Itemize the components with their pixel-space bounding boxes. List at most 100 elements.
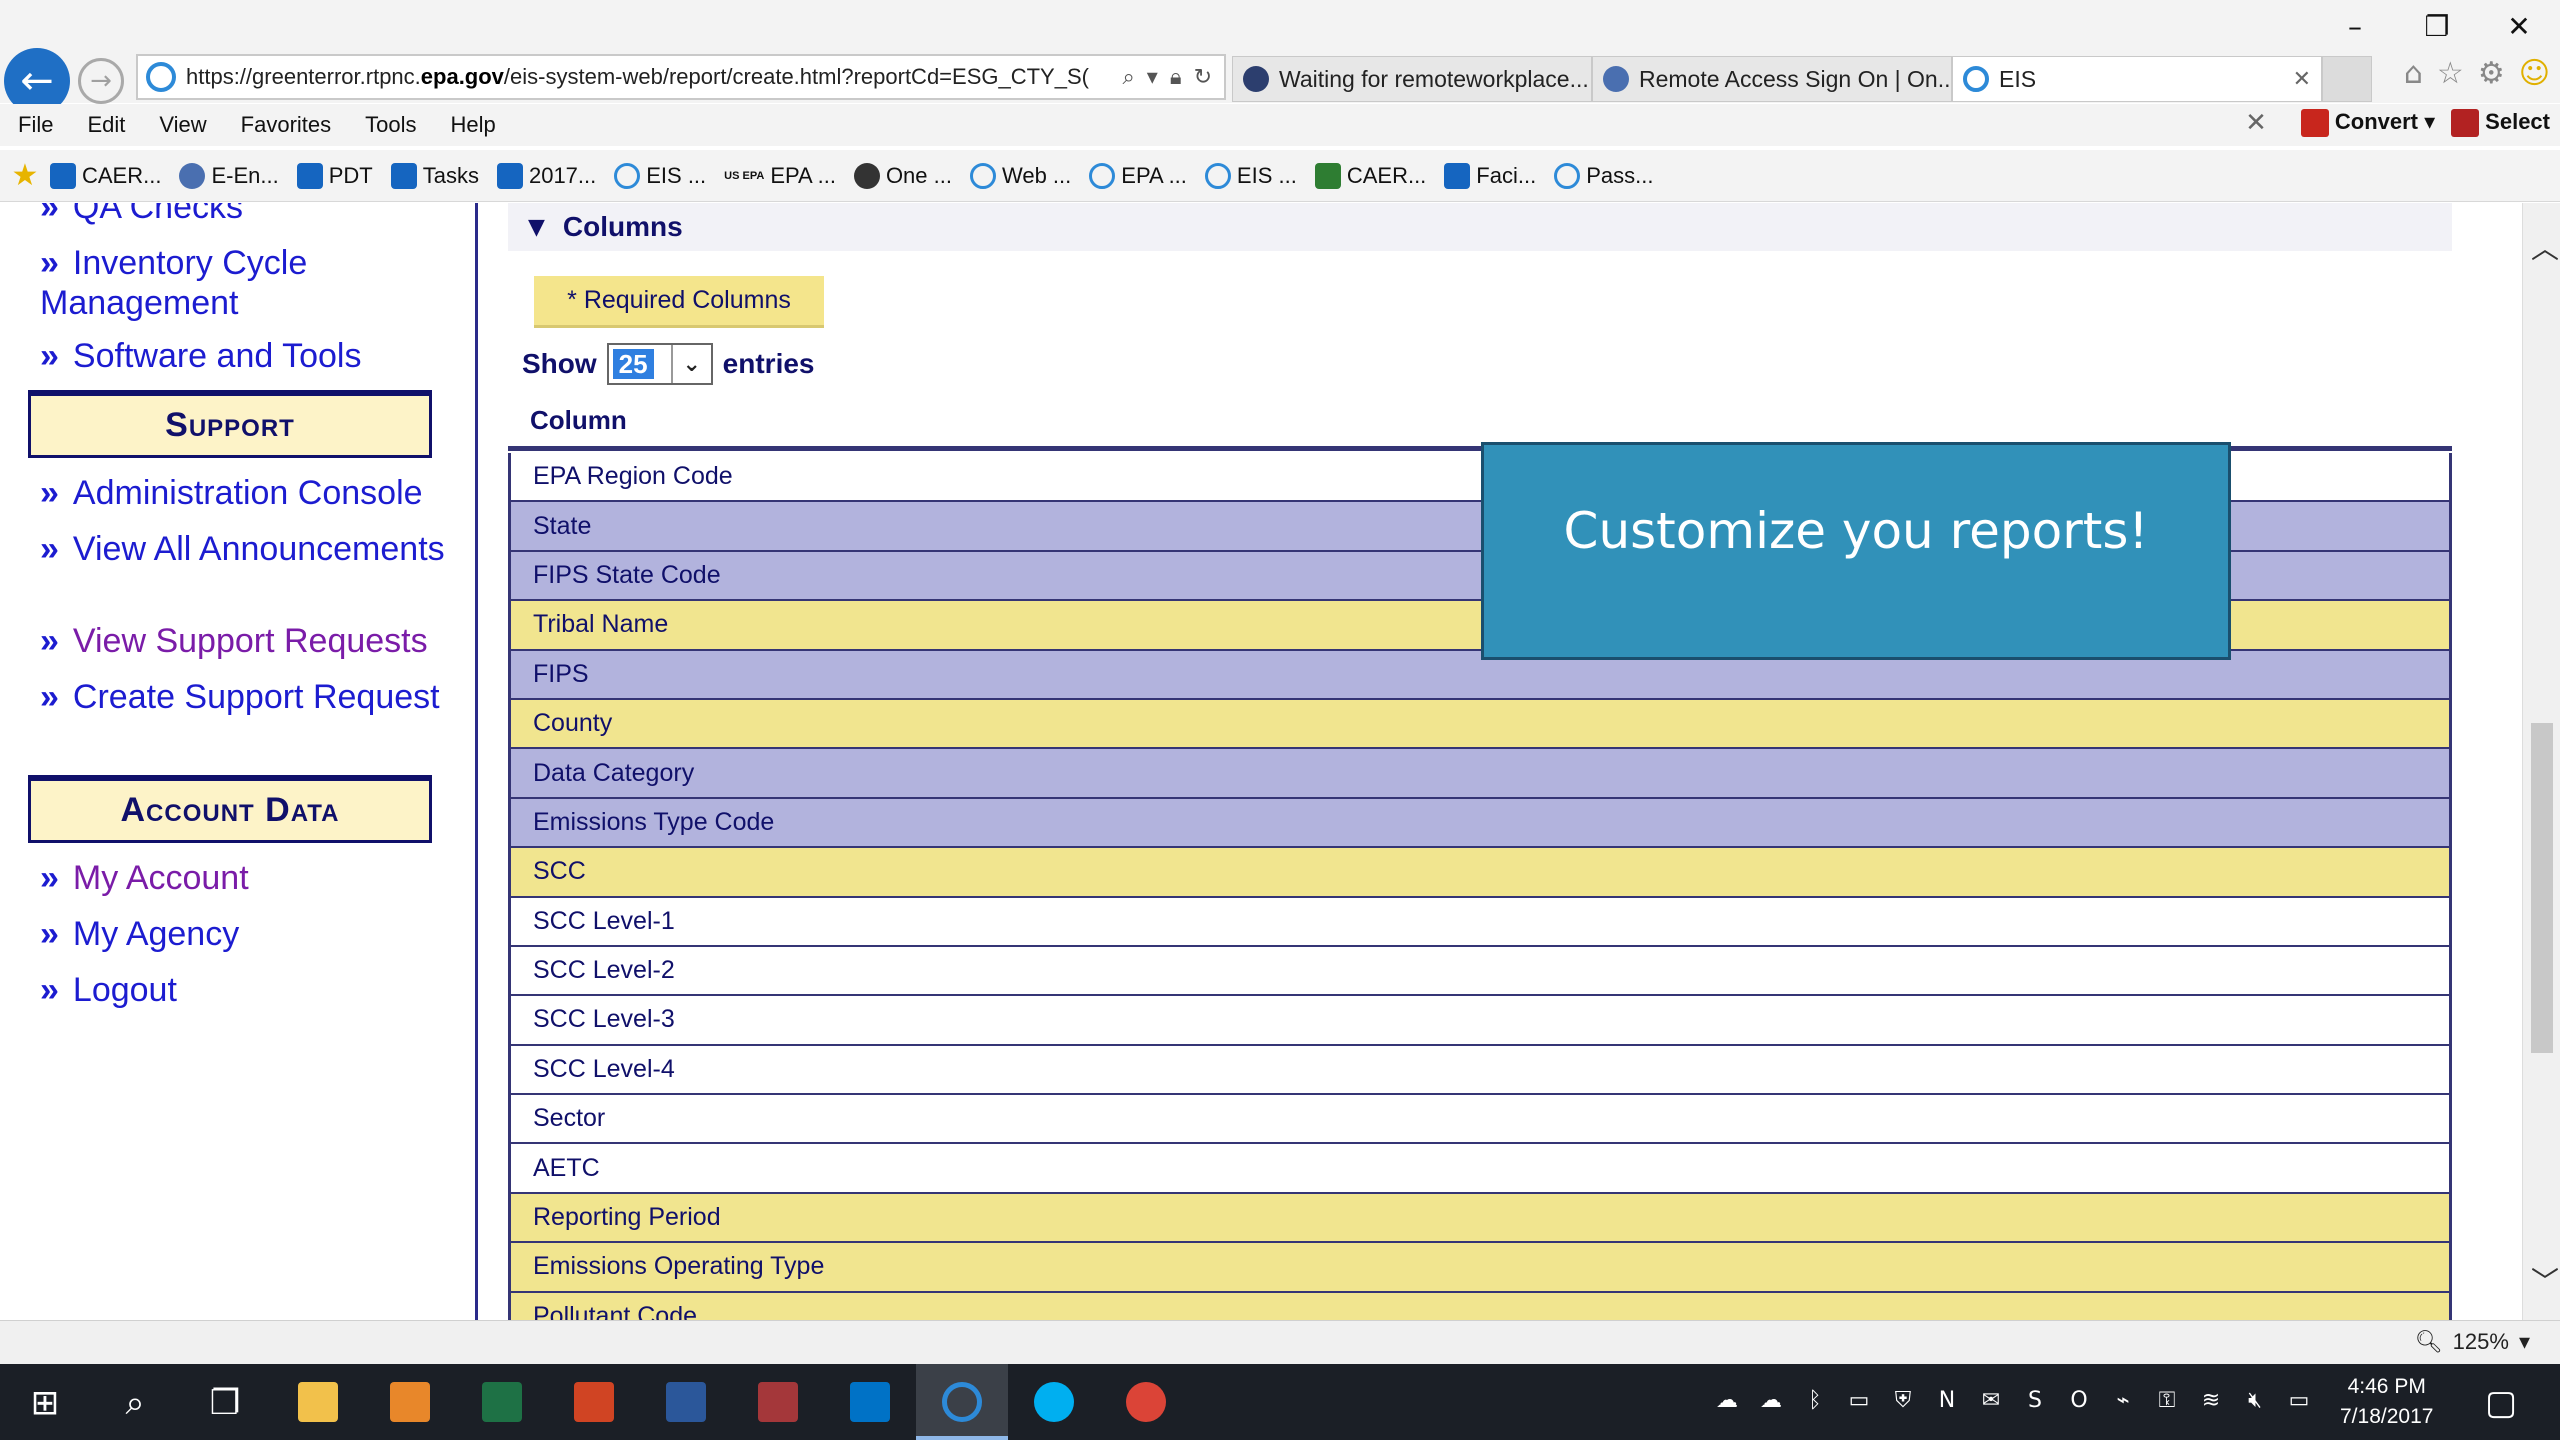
sidebar-link-my-account[interactable]: » My Account [40, 858, 460, 898]
shield-icon[interactable]: ⛨ [1888, 1386, 1918, 1416]
menu-file[interactable]: File [0, 112, 69, 138]
new-tab-button[interactable] [2322, 56, 2372, 102]
favorite-item[interactable]: Pass... [1554, 162, 1653, 189]
onedrive-icon[interactable]: ☁ [1756, 1386, 1786, 1416]
smiley-icon[interactable]: ☺ [2519, 56, 2550, 91]
menu-favorites[interactable]: Favorites [223, 112, 347, 138]
search-icon[interactable]: ⌕ [1122, 65, 1134, 90]
favorite-item[interactable]: Tasks [390, 162, 479, 189]
close-toolbar-icon[interactable]: ✕ [2245, 108, 2267, 138]
excel-icon[interactable] [482, 1382, 522, 1422]
table-row[interactable]: County [511, 699, 2449, 750]
bluetooth-icon[interactable]: ᛒ [1800, 1386, 1830, 1416]
access-icon[interactable] [758, 1382, 798, 1422]
url-text[interactable]: https://greenterror.rtpnc.epa.gov/eis-sy… [186, 64, 1110, 90]
internet-explorer-icon[interactable] [942, 1382, 982, 1422]
sidebar-link-admin-console[interactable]: » Administration Console [40, 473, 460, 513]
favorite-item[interactable]: EIS ... [614, 162, 706, 189]
action-center-icon[interactable]: ▢ [2476, 1378, 2526, 1428]
refresh-icon[interactable]: ↻ [1194, 65, 1212, 90]
satellite-icon[interactable]: ⌁ [2108, 1386, 2138, 1416]
battery-icon[interactable]: ▭ [2284, 1386, 2314, 1416]
table-row[interactable]: Reporting Period [511, 1193, 2449, 1244]
table-row[interactable]: AETC [511, 1144, 2449, 1194]
wifi-icon[interactable]: ≋ [2196, 1386, 2226, 1416]
clock[interactable]: 4:46 PM 7/18/2017 [2340, 1372, 2433, 1432]
sidebar-link-software[interactable]: » Software and Tools [40, 336, 460, 376]
table-row[interactable]: SCC [511, 848, 2449, 898]
entries-select[interactable]: 25 ⌄ [606, 343, 713, 385]
favorite-item[interactable]: 2017... [496, 162, 596, 189]
favorite-item[interactable]: CAER... [50, 162, 161, 189]
skype-icon[interactable] [1034, 1382, 1074, 1422]
skype-tray-icon[interactable]: S [2020, 1386, 2050, 1416]
address-bar[interactable]: https://greenterror.rtpnc.epa.gov/eis-sy… [136, 54, 1226, 100]
scroll-up-icon[interactable]: ︿ [2531, 227, 2559, 267]
table-row[interactable]: Emissions Operating Type [511, 1243, 2449, 1293]
mail-icon[interactable]: ✉ [1976, 1386, 2006, 1416]
star-icon[interactable]: ☆ [2437, 56, 2464, 91]
table-row[interactable]: Pollutant Code [511, 1292, 2449, 1320]
favorite-item[interactable]: EPA ... [1089, 162, 1187, 189]
lock-icon[interactable]: 🔒︎ [1170, 65, 1182, 90]
monitor-icon[interactable]: ▭ [1844, 1386, 1874, 1416]
powerpoint-icon[interactable] [574, 1382, 614, 1422]
media-player-icon[interactable] [390, 1382, 430, 1422]
favorite-item[interactable]: CAER... [1314, 162, 1426, 189]
sidebar-link-label: View All Announcements [72, 530, 445, 568]
columns-section-header[interactable]: ▼ Columns [508, 203, 2452, 251]
table-row[interactable]: Data Category [511, 749, 2449, 799]
favorite-item[interactable]: E-En... [179, 162, 279, 189]
favorite-item[interactable]: Web ... [969, 162, 1071, 189]
tab-eis[interactable]: EIS ✕ [1952, 56, 2322, 102]
menu-view[interactable]: View [141, 112, 222, 138]
sidebar-link-announcements[interactable]: » View All Announcements [40, 529, 460, 569]
convert-button[interactable]: Convert ▾ [2300, 109, 2435, 138]
menu-help[interactable]: Help [433, 112, 512, 138]
outlook-tray-icon[interactable]: O [2064, 1386, 2094, 1416]
file-explorer-icon[interactable] [298, 1382, 338, 1422]
home-icon[interactable]: ⌂ [2404, 56, 2423, 91]
sidebar-link-qa-checks[interactable]: » QA Checks [40, 203, 460, 227]
favorite-item[interactable]: US EPA EPA ... [724, 163, 836, 189]
favorites-star-icon[interactable]: ★ [0, 158, 50, 193]
favorite-item[interactable]: One ... [853, 162, 952, 189]
menu-tools[interactable]: Tools [347, 112, 432, 138]
table-row[interactable]: SCC Level-4 [511, 1045, 2449, 1096]
sidebar-link-view-support[interactable]: » View Support Requests [40, 621, 460, 661]
table-row[interactable]: SCC Level-2 [511, 946, 2449, 997]
forward-button[interactable]: → [78, 58, 124, 104]
tab-remote-access[interactable]: Remote Access Sign On | On... [1592, 56, 1952, 102]
windows-start-icon[interactable]: ⊞ [20, 1378, 70, 1428]
table-row[interactable]: Emissions Type Code [511, 798, 2449, 849]
scroll-down-icon[interactable]: ﹀ [2531, 1260, 2559, 1300]
task-view-icon[interactable]: ❐ [200, 1378, 250, 1428]
vpn-icon[interactable]: ⚿ [2152, 1386, 2182, 1416]
search-icon[interactable]: ⌕ [110, 1378, 160, 1428]
favorite-item[interactable]: EIS ... [1204, 162, 1297, 189]
dropdown-icon[interactable]: ▾ [1147, 65, 1158, 90]
mute-icon[interactable]: 🔇︎ [2240, 1386, 2270, 1416]
outlook-icon[interactable] [850, 1382, 890, 1422]
close-tab-icon[interactable]: ✕ [2283, 67, 2311, 92]
table-row[interactable]: Sector [511, 1095, 2449, 1145]
network-icon[interactable]: ☁ [1712, 1386, 1742, 1416]
scroll-thumb[interactable] [2531, 723, 2553, 1053]
onenote-icon[interactable]: N [1932, 1386, 1962, 1416]
gear-icon[interactable]: ⚙ [2478, 56, 2505, 91]
vertical-scrollbar[interactable]: ︿ ﹀ [2522, 203, 2560, 1320]
chrome-icon[interactable] [1126, 1382, 1166, 1422]
select-button[interactable]: Select [2451, 109, 2550, 138]
table-row[interactable]: SCC Level-1 [511, 897, 2449, 947]
sidebar-link-logout[interactable]: » Logout [40, 970, 460, 1010]
zoom-control[interactable]: 🔍︎ 125% ▾ [2415, 1329, 2530, 1355]
favorite-item[interactable]: PDT [296, 162, 373, 189]
favorite-item[interactable]: Faci... [1444, 162, 1536, 189]
menu-edit[interactable]: Edit [69, 112, 141, 138]
tab-remoteworkplace[interactable]: Waiting for remoteworkplace... [1232, 56, 1592, 102]
sidebar-link-my-agency[interactable]: » My Agency [40, 914, 460, 954]
sidebar-link-create-support[interactable]: » Create Support Request [40, 677, 460, 717]
table-row[interactable]: SCC Level-3 [511, 996, 2449, 1046]
sidebar-link-inventory[interactable]: » Inventory Cycle Management [40, 243, 460, 323]
word-icon[interactable] [666, 1382, 706, 1422]
